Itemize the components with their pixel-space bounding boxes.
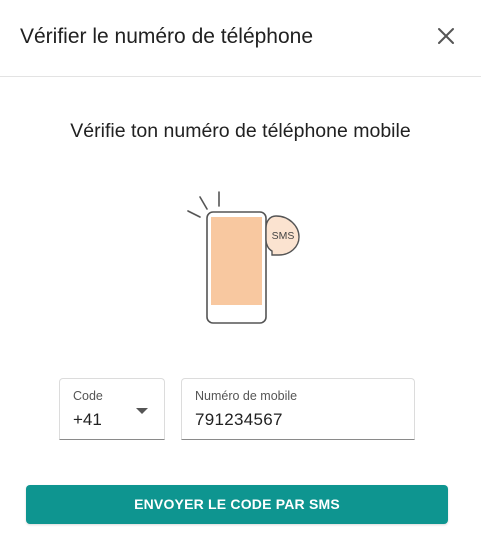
dialog-header: Vérifier le numéro de téléphone [0, 0, 481, 77]
mobile-number-label: Numéro de mobile [195, 389, 298, 403]
dropdown-arrow-icon [136, 408, 148, 414]
country-code-label: Code [73, 389, 103, 403]
dialog-title: Vérifier le numéro de téléphone [20, 25, 314, 48]
sms-bubble-text: SMS [272, 230, 295, 242]
country-code-value: +41 [73, 410, 102, 429]
send-sms-code-button[interactable]: ENVOYER LE CODE PAR SMS [26, 485, 448, 524]
close-button[interactable] [432, 22, 460, 50]
mobile-number-field[interactable]: Numéro de mobile 791234567 [181, 378, 415, 440]
mobile-number-value[interactable]: 791234567 [195, 410, 283, 430]
country-code-select[interactable]: Code +41 [59, 378, 165, 440]
phone-sms-icon: SMS [187, 191, 300, 324]
page-subtitle: Vérifie ton numéro de téléphone mobile [70, 120, 411, 142]
phone-sms-illustration: SMS [180, 184, 320, 329]
close-icon [438, 28, 454, 44]
verify-phone-dialog: Vérifier le numéro de téléphone Vérifie … [0, 0, 481, 553]
